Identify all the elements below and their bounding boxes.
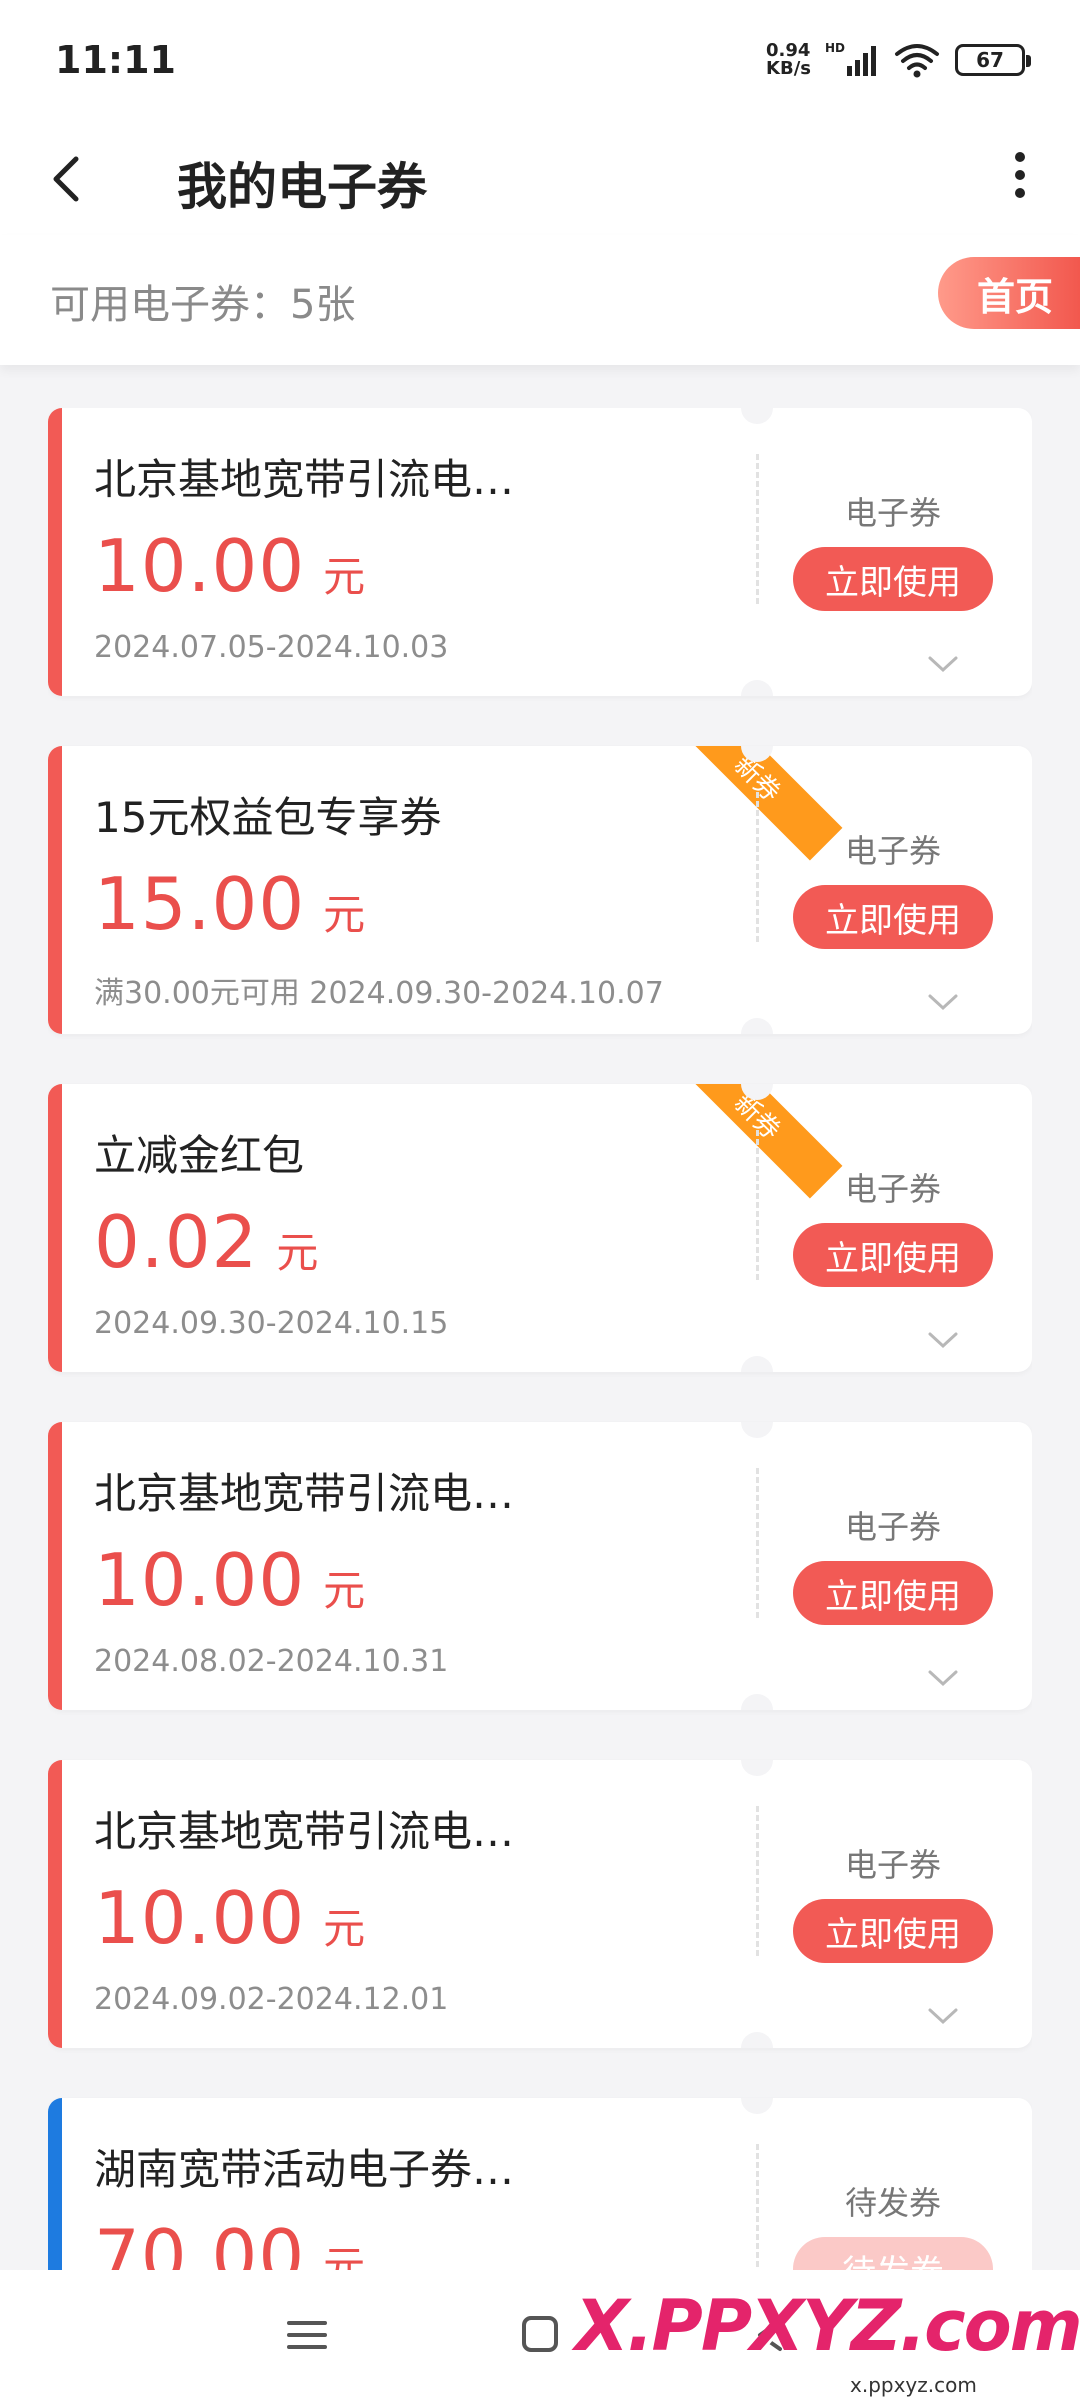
use-now-button[interactable]: 立即使用 bbox=[793, 1223, 993, 1287]
coupon-stripe bbox=[48, 1760, 62, 2048]
chevron-down-icon[interactable] bbox=[926, 1667, 960, 1689]
coupon-amount-value: 10.00 bbox=[94, 1876, 306, 1960]
status-bar: 11:11 0.94 KB/s HD 67 bbox=[0, 0, 1080, 125]
status-icons: 0.94 KB/s HD 67 bbox=[766, 40, 1031, 80]
wifi-icon bbox=[895, 44, 939, 78]
coupon-type: 电子券 bbox=[844, 1170, 941, 1208]
coupon-notch bbox=[741, 2098, 773, 2114]
coupon-amount-unit: 元 bbox=[323, 2242, 366, 2270]
coupon-card[interactable]: 北京基地宽带引流电… 10.00 元 2024.07.05-2024.10.03… bbox=[48, 408, 1032, 696]
coupon-amount-value: 70.00 bbox=[94, 2214, 306, 2270]
coupon-card[interactable]: 北京基地宽带引流电… 10.00 元 2024.09.02-2024.12.01… bbox=[48, 1760, 1032, 2048]
coupon-stripe bbox=[48, 1422, 62, 1710]
battery-level: 67 bbox=[976, 48, 1004, 72]
coupon-divider bbox=[756, 2144, 759, 2270]
use-now-button[interactable]: 立即使用 bbox=[793, 547, 993, 611]
coupon-amount-unit: 元 bbox=[323, 1904, 366, 1953]
coupon-stripe bbox=[48, 746, 62, 1034]
coupon-amount-value: 10.00 bbox=[94, 524, 306, 608]
coupon-validity: 2024.09.30-2024.10.15 bbox=[94, 1306, 449, 1341]
battery-icon: 67 bbox=[955, 44, 1031, 76]
chevron-down-icon[interactable] bbox=[926, 991, 960, 1013]
coupon-title: 湖南宽带活动电子券… bbox=[94, 2145, 515, 2194]
coupon-type: 电子券 bbox=[844, 1508, 941, 1546]
header: 我的电子券 bbox=[0, 125, 1080, 235]
coupon-title: 立减金红包 bbox=[94, 1131, 305, 1180]
status-time: 11:11 bbox=[55, 38, 176, 82]
coupon-notch bbox=[741, 680, 773, 696]
svg-text:HD: HD bbox=[825, 41, 845, 55]
chevron-down-icon[interactable] bbox=[926, 653, 960, 675]
coupon-stripe bbox=[48, 2098, 62, 2270]
chevron-down-icon[interactable] bbox=[926, 2005, 960, 2027]
coupon-title: 北京基地宽带引流电… bbox=[94, 1807, 515, 1856]
menu-icon[interactable] bbox=[285, 2315, 329, 2355]
coupon-amount-unit: 元 bbox=[323, 890, 366, 939]
use-now-button[interactable]: 立即使用 bbox=[793, 1899, 993, 1963]
available-count-label: 可用电子券：5张 bbox=[50, 282, 356, 328]
coupon-amount: 10.00 元 bbox=[94, 1876, 365, 1960]
coupon-type: 电子券 bbox=[844, 494, 941, 532]
chevron-down-icon[interactable] bbox=[926, 1329, 960, 1351]
coupon-amount: 70.00 元 bbox=[94, 2214, 365, 2270]
coupon-stripe bbox=[48, 1084, 62, 1372]
coupon-type: 电子券 bbox=[844, 1846, 941, 1884]
page-title: 我的电子券 bbox=[177, 158, 427, 216]
coupon-card[interactable]: 湖南宽带活动电子券… 70.00 元 待发券 待发券 bbox=[48, 2098, 1032, 2270]
coupon-card[interactable]: 新券 15元权益包专享券 15.00 元 满30.00元可用 2024.09.3… bbox=[48, 746, 1032, 1034]
pending-coupon-button: 待发券 bbox=[793, 2237, 993, 2270]
coupon-divider bbox=[756, 792, 759, 942]
coupon-notch bbox=[741, 1356, 773, 1372]
network-speed-unit: KB/s bbox=[766, 58, 811, 79]
coupon-type: 电子券 bbox=[844, 832, 941, 870]
coupon-divider bbox=[756, 1468, 759, 1618]
watermark-logo: X.PPXYZ.com bbox=[575, 2285, 1080, 2367]
back-arrow-icon[interactable] bbox=[38, 149, 98, 209]
coupon-title: 北京基地宽带引流电… bbox=[94, 1469, 515, 1518]
coupon-amount-value: 15.00 bbox=[94, 862, 306, 946]
network-speed: 0.94 KB/s bbox=[766, 42, 811, 78]
coupon-card[interactable]: 新券 立减金红包 0.02 元 2024.09.30-2024.10.15 电子… bbox=[48, 1084, 1032, 1372]
coupon-validity: 2024.07.05-2024.10.03 bbox=[94, 630, 449, 665]
use-now-button[interactable]: 立即使用 bbox=[793, 885, 993, 949]
home-square-icon[interactable] bbox=[520, 2314, 560, 2354]
more-options-icon[interactable] bbox=[1000, 135, 1040, 215]
coupon-divider bbox=[756, 454, 759, 604]
home-button[interactable]: 首页 bbox=[938, 257, 1080, 329]
coupon-title: 北京基地宽带引流电… bbox=[94, 455, 515, 504]
coupon-validity: 2024.09.02-2024.12.01 bbox=[94, 1982, 449, 2017]
coupon-validity: 2024.08.02-2024.10.31 bbox=[94, 1644, 449, 1679]
coupon-list: 北京基地宽带引流电… 10.00 元 2024.07.05-2024.10.03… bbox=[48, 408, 1032, 2270]
watermark-url: x.ppxyz.com bbox=[850, 2373, 977, 2397]
coupon-type: 待发券 bbox=[844, 2184, 941, 2222]
coupon-divider bbox=[756, 1130, 759, 1280]
coupon-title: 15元权益包专享券 bbox=[94, 793, 442, 842]
coupon-validity: 满30.00元可用 2024.09.30-2024.10.07 bbox=[94, 976, 664, 1011]
coupon-notch bbox=[741, 408, 773, 424]
coupon-notch bbox=[741, 1422, 773, 1438]
coupon-amount-unit: 元 bbox=[276, 1228, 319, 1277]
coupon-amount-unit: 元 bbox=[323, 552, 366, 601]
coupon-amount: 10.00 元 bbox=[94, 524, 365, 608]
coupon-notch bbox=[741, 1694, 773, 1710]
use-now-button[interactable]: 立即使用 bbox=[793, 1561, 993, 1625]
coupon-notch bbox=[741, 1018, 773, 1034]
coupon-amount-value: 10.00 bbox=[94, 1538, 306, 1622]
coupon-stripe bbox=[48, 408, 62, 696]
coupon-notch bbox=[741, 2032, 773, 2048]
coupon-amount-unit: 元 bbox=[323, 1566, 366, 1615]
coupon-amount-value: 0.02 bbox=[94, 1200, 259, 1284]
coupon-card[interactable]: 北京基地宽带引流电… 10.00 元 2024.08.02-2024.10.31… bbox=[48, 1422, 1032, 1710]
coupon-summary: 可用电子券：5张 首页 bbox=[0, 235, 1080, 365]
coupon-divider bbox=[756, 1806, 759, 1956]
signal-icon: HD bbox=[825, 41, 876, 76]
coupon-amount: 10.00 元 bbox=[94, 1538, 365, 1622]
coupon-amount: 0.02 元 bbox=[94, 1200, 318, 1284]
coupon-amount: 15.00 元 bbox=[94, 862, 365, 946]
coupon-notch bbox=[741, 1760, 773, 1776]
